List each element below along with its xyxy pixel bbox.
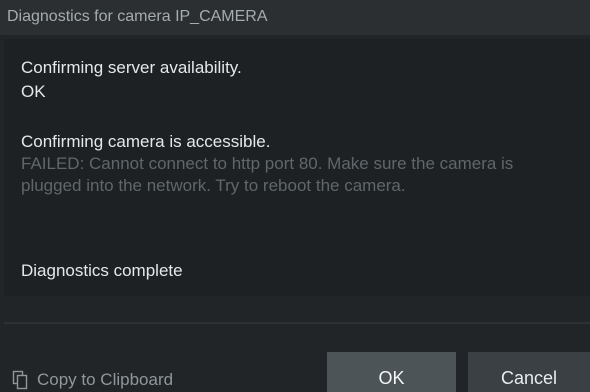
copy-to-clipboard-label: Copy to Clipboard — [37, 370, 174, 389]
cancel-button[interactable]: Cancel — [468, 352, 590, 392]
diagnostics-log: Confirming server availability. OK Confi… — [4, 39, 590, 296]
clipboard-copy-icon — [12, 370, 28, 390]
dialog-title: Diagnostics for camera IP_CAMERA — [7, 8, 268, 25]
log-entry-server-check: Confirming server availability. — [21, 58, 242, 77]
log-status-failed: FAILED: Cannot connect to http port 80. … — [21, 154, 514, 195]
footer-divider — [4, 322, 590, 324]
copy-to-clipboard-link[interactable]: Copy to Clipboard — [12, 368, 173, 392]
title-bar: Diagnostics for camera IP_CAMERA — [0, 0, 590, 35]
log-entry-complete: Diagnostics complete — [21, 261, 183, 280]
diagnostics-dialog: Diagnostics for camera IP_CAMERA Confirm… — [0, 0, 590, 392]
log-status-ok: OK — [21, 82, 46, 101]
log-entry-camera-check: Confirming camera is accessible. — [21, 132, 271, 151]
ok-button[interactable]: OK — [327, 352, 456, 392]
